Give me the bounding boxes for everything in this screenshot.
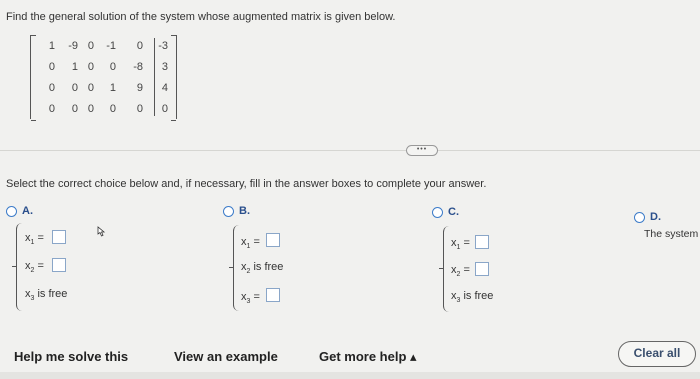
choice-c-brace-notch [439,268,443,270]
bottom-strip [0,372,700,379]
matrix-cell: 0 [87,103,94,115]
choice-a-radio[interactable] [6,206,17,217]
choice-b-x3-answer-box[interactable] [266,288,280,302]
choice-b-eq1: x1 = [241,236,260,251]
matrix-cell: 0 [48,103,55,115]
choice-a-eq2: x2 = [25,260,44,275]
choice-b-label: B. [239,205,250,217]
matrix-cell: 4 [161,82,168,94]
choice-b-x1-answer-box[interactable] [266,233,280,247]
choice-b-radio[interactable] [223,206,234,217]
choice-a-x1-answer-box[interactable] [52,230,66,244]
matrix-cell: 0 [87,40,94,52]
choice-a-label: A. [22,205,33,217]
choice-d-label: D. [650,211,661,223]
matrix-cell: 0 [109,61,116,73]
matrix-cell: 0 [87,61,94,73]
matrix-cell: -3 [158,40,168,52]
matrix-cell: 9 [136,82,143,94]
choice-c-eq2: x2 = [451,264,470,279]
choice-a-x2-answer-box[interactable] [52,258,66,272]
question-prompt: Find the general solution of the system … [6,11,396,23]
matrix-cell: 1 [109,82,116,94]
choice-c-eq3: x3 is free [451,290,494,305]
instructions-text: Select the correct choice below and, if … [6,178,487,190]
choice-d-radio[interactable] [634,212,645,223]
view-example-button[interactable]: View an example [174,349,278,364]
choice-c-label: C. [448,206,459,218]
choice-c-brace [443,226,449,312]
matrix-cell: -8 [133,61,143,73]
matrix-cell: 0 [109,103,116,115]
choice-b-brace-notch [229,267,233,269]
matrix-cell: 0 [161,103,168,115]
section-divider [0,150,700,151]
clear-all-button[interactable]: Clear all [618,341,696,367]
matrix-cell: 3 [161,61,168,73]
choice-b-brace [233,225,239,311]
matrix-cell: 1 [48,40,55,52]
matrix-cell: -1 [106,40,116,52]
choice-b-eq2: x2 is free [241,261,284,276]
matrix-cell: 0 [48,82,55,94]
choice-a-brace-notch [12,266,16,268]
choice-c-x2-answer-box[interactable] [475,262,489,276]
choice-a-brace [16,223,22,311]
matrix-cell: 0 [136,103,143,115]
choice-c-eq1: x1 = [451,237,470,252]
matrix-cell: 0 [136,40,143,52]
augmented-matrix: 1 -9 0 -1 0 -3 0 1 0 0 -8 3 0 0 0 1 9 4 … [30,35,177,121]
choice-c-x1-answer-box[interactable] [475,235,489,249]
expand-more-button[interactable]: ••• [406,145,438,156]
get-more-help-button[interactable]: Get more help ▴ [319,349,417,365]
choice-a-eq1: x1 = [25,232,44,247]
choice-a-eq3: x3 is free [25,288,68,303]
help-me-solve-button[interactable]: Help me solve this [14,349,128,364]
matrix-cell: 0 [87,82,94,94]
matrix-cell: 0 [48,61,55,73]
choice-d-text: The system [644,228,699,240]
hand-cursor-icon [97,226,106,237]
choice-b-eq3: x3 = [241,291,260,306]
choice-c-radio[interactable] [432,207,443,218]
